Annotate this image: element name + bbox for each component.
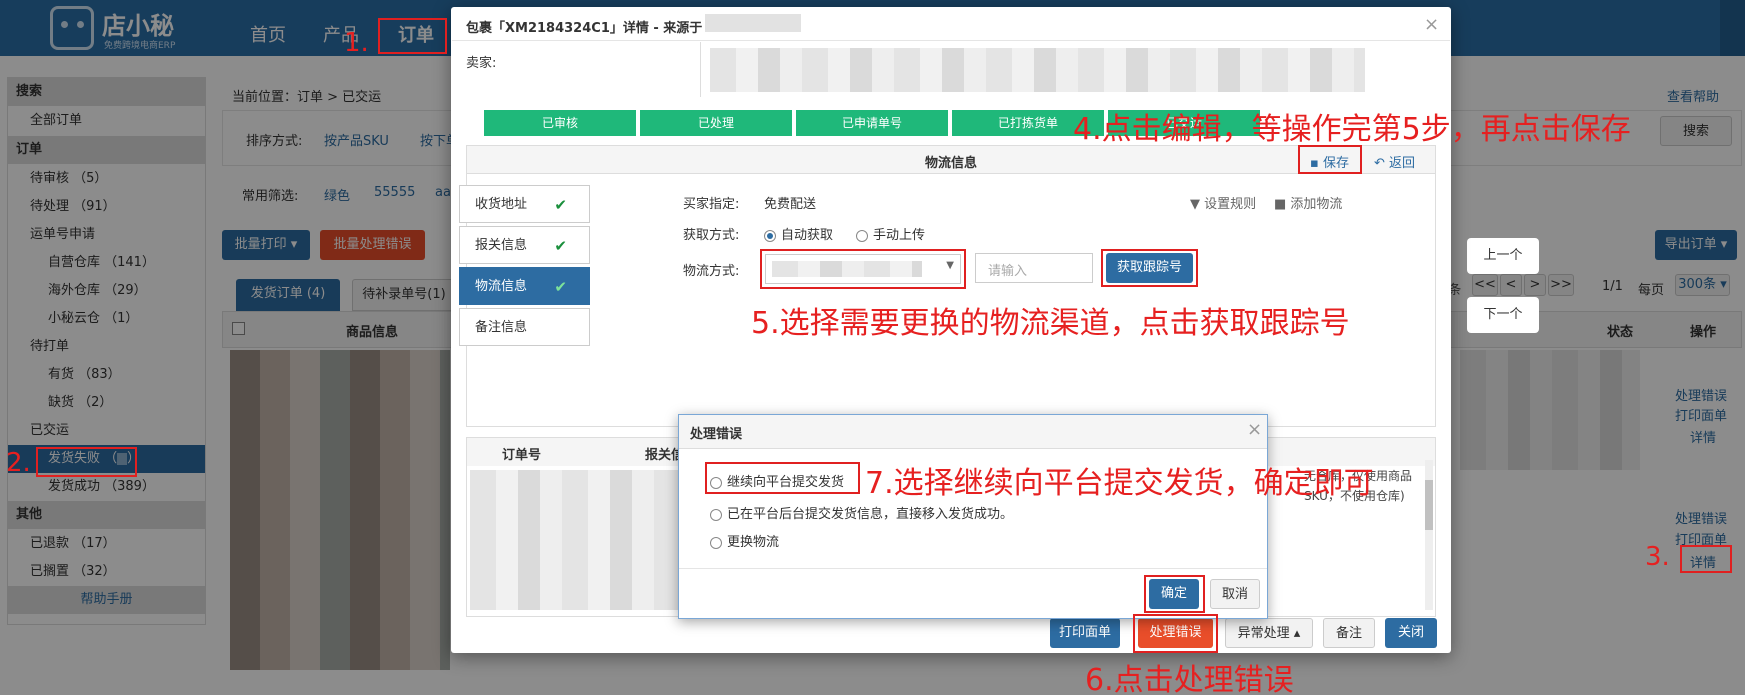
set-rule-label: 设置规则: [1204, 197, 1257, 212]
remark-button[interactable]: 备注: [1323, 618, 1375, 648]
radio-icon: [856, 229, 868, 242]
fetch-mode-label: 获取方式:: [683, 228, 740, 243]
next-order-button[interactable]: 下一个: [1467, 297, 1539, 333]
dialog-footer-divider: [679, 568, 1267, 569]
tab-customs-info-label: 报关信息: [475, 238, 528, 253]
manual-upload-label: 手动上传: [873, 228, 926, 243]
manual-upload-radio[interactable]: 手动上传: [856, 224, 925, 243]
tab-logistics-info[interactable]: 物流信息 ✔: [459, 267, 590, 305]
step-reviewed: 已审核: [484, 110, 636, 136]
auto-fetch-radio[interactable]: 自动获取: [764, 224, 833, 243]
check-icon: ✔: [554, 278, 567, 296]
logistics-method-label: 物流方式:: [683, 264, 740, 279]
annotation-step-2: 2.: [6, 448, 31, 478]
tracking-input[interactable]: 请输入: [975, 253, 1093, 283]
back-button[interactable]: ↶ 返回: [1374, 152, 1415, 171]
annotation-box-detail: [1680, 545, 1732, 573]
add-logistics-label: 添加物流: [1290, 197, 1343, 212]
tab-customs-info[interactable]: 报关信息 ✔: [459, 226, 590, 264]
back-arrow-icon: ↶: [1374, 156, 1390, 171]
option-change-logistics-label: 更换物流: [727, 535, 780, 550]
option-already-submitted[interactable]: 已在平台后台提交发货信息，直接移入发货成功。: [710, 503, 1013, 522]
annotation-box-process-error: [1133, 614, 1218, 653]
annotation-step-1: 1.: [344, 28, 369, 58]
check-icon: ✔: [554, 237, 567, 255]
tab-remark-info-label: 备注信息: [475, 320, 528, 335]
annotation-step-6: 6.点击处理错误: [1085, 663, 1294, 698]
tab-shipping-address-label: 收货地址: [475, 197, 528, 212]
radio-selected-icon: [764, 229, 776, 242]
radio-icon: [710, 508, 722, 521]
step-tracking-applied: 已申请单号: [796, 110, 948, 136]
tab-logistics-info-label: 物流信息: [475, 279, 528, 294]
prev-order-button[interactable]: 上一个: [1467, 238, 1539, 274]
annotation-box-get-tracking: [1101, 249, 1198, 287]
annotation-box-continue-submit: [705, 462, 860, 494]
dialog-cancel-button[interactable]: 取消: [1210, 579, 1260, 609]
grid-scrollbar-thumb[interactable]: [1425, 480, 1433, 530]
grid-rows-blurred: [470, 470, 680, 610]
step-processed: 已处理: [640, 110, 792, 136]
annotation-box-confirm: [1144, 575, 1205, 613]
abnormal-handle-button[interactable]: 异常处理 ▴: [1225, 618, 1313, 648]
check-icon: ✔: [554, 196, 567, 214]
filter-icon: ▼: [1190, 197, 1205, 212]
add-logistics-link[interactable]: ■ 添加物流: [1274, 193, 1342, 212]
option-change-logistics[interactable]: 更换物流: [710, 531, 779, 550]
annotation-step-3: 3.: [1645, 542, 1670, 572]
dialog-header: [679, 415, 1267, 449]
annotation-box-logistics-select: [760, 249, 966, 289]
annotation-box-save: [1298, 145, 1362, 174]
auto-fetch-label: 自动获取: [781, 228, 834, 243]
set-rule-link[interactable]: ▼ 设置规则: [1190, 193, 1256, 212]
modal-divider: [452, 40, 1450, 41]
annotation-step-4: 4.点击编辑，等操作完第5步，再点击保存: [1073, 112, 1631, 147]
grid-scrollbar[interactable]: [1425, 460, 1433, 610]
dialog-title: 处理错误: [690, 427, 743, 442]
annotation-step-7: 7.选择继续向平台提交发货，确定即可: [865, 466, 1374, 501]
back-label: 返回: [1389, 156, 1416, 171]
close-modal-button[interactable]: 关闭: [1385, 618, 1437, 648]
print-label-button[interactable]: 打印面单: [1050, 618, 1120, 648]
seller-label: 卖家:: [466, 56, 497, 71]
annotation-step-5: 5.选择需要更换的物流渠道，点击获取跟踪号: [751, 306, 1350, 341]
annotation-box-ship-failed: [36, 447, 137, 477]
modal-source-blurred: [705, 14, 801, 32]
annotation-box-order-nav: [378, 18, 447, 54]
grid-col-order-no: 订单号: [502, 448, 542, 463]
modal-close-icon[interactable]: ×: [1424, 14, 1439, 35]
truck-icon: ■: [1274, 197, 1291, 212]
tab-shipping-address[interactable]: 收货地址 ✔: [459, 185, 590, 223]
seller-info-blurred: [710, 48, 1365, 92]
radio-icon: [710, 536, 722, 549]
tab-remark-info[interactable]: 备注信息: [459, 308, 590, 346]
option-already-submitted-label: 已在平台后台提交发货信息，直接移入发货成功。: [727, 507, 1014, 522]
modal-title: 包裹「XM2184324C1」详情 - 来源于: [466, 21, 703, 36]
dialog-close-icon[interactable]: ×: [1247, 419, 1262, 440]
buyer-specified-label: 买家指定:: [683, 197, 740, 212]
seller-divider: [700, 42, 701, 97]
logistics-section-title: 物流信息: [925, 156, 978, 171]
tracking-input-placeholder: 请输入: [988, 264, 1028, 279]
buyer-specified-value: 免费配送: [764, 197, 817, 212]
